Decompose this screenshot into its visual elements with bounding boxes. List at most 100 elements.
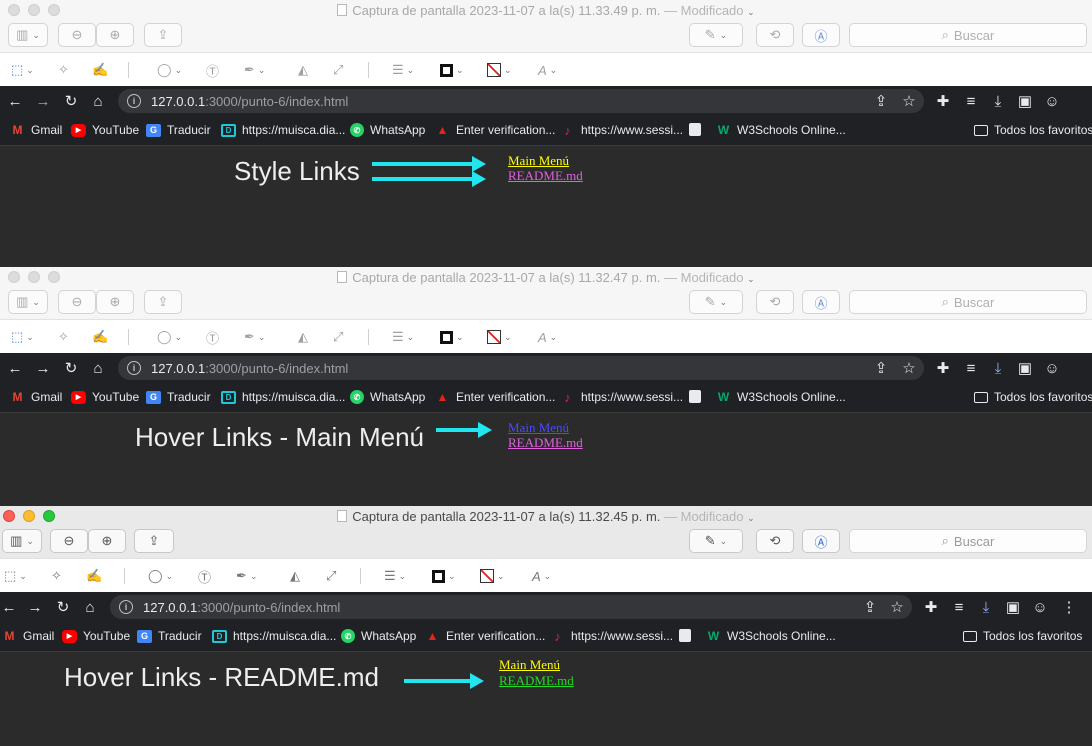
instant-alpha-icon[interactable]: ✧	[58, 328, 69, 346]
modified-label[interactable]: — Modificado	[664, 3, 743, 18]
fill-color-tool[interactable]: ⌄	[487, 328, 512, 346]
text-tool-icon[interactable]: Ⓣ	[198, 567, 211, 585]
bookmark-whatsapp[interactable]: ✆ WhatsApp	[350, 390, 425, 404]
extensions-icon[interactable]: ✚	[922, 598, 940, 616]
share-page-icon[interactable]: ⇪	[872, 92, 890, 110]
profile-avatar[interactable]: ☺	[1043, 359, 1061, 377]
fill-color-tool[interactable]: ⌄	[480, 567, 505, 585]
bookmark-muisca[interactable]: Dhttps://muisca.dia...	[221, 123, 345, 137]
rotate-button[interactable]: ⟲	[756, 290, 794, 314]
search-field[interactable]: ⌕ Buscar	[849, 290, 1087, 314]
download-icon[interactable]: ⤓	[977, 598, 995, 616]
forward-icon[interactable]: →	[26, 598, 44, 616]
forward-icon[interactable]: →	[34, 359, 52, 377]
home-icon[interactable]: ⌂	[89, 359, 107, 377]
adjust-size-icon[interactable]: ⤢	[333, 61, 343, 79]
bookmark-gmail[interactable]: M Gmail	[10, 123, 63, 137]
reload-icon[interactable]: ↻	[54, 598, 72, 616]
extensions-icon[interactable]: ✚	[934, 92, 952, 110]
adjust-color-icon[interactable]: ◭	[298, 328, 308, 346]
site-info-icon[interactable]: i	[127, 94, 141, 108]
bookmark-translate[interactable]: G Traducir	[137, 629, 202, 643]
bookmark-w3schools[interactable]: W W3Schools Online...	[706, 629, 836, 643]
bookmark-doc[interactable]	[689, 390, 707, 403]
sidebar-toggle-button[interactable]: ▥ ⌄	[8, 290, 48, 314]
bookmark-star-icon[interactable]: ☆	[900, 92, 918, 110]
sketch-icon[interactable]: ✍	[86, 567, 102, 585]
bookmark-verification[interactable]: ▲ Enter verification...	[435, 390, 556, 404]
profile-avatar[interactable]: ☺	[1043, 92, 1061, 110]
border-color-tool[interactable]: ⌄	[440, 61, 464, 79]
readme-link[interactable]: README.md	[508, 168, 583, 184]
bookmark-doc[interactable]	[689, 123, 707, 136]
text-style-tool[interactable]: A ⌄	[538, 61, 557, 79]
extensions-icon[interactable]: ✚	[934, 359, 952, 377]
side-panel-icon[interactable]: ▣	[1016, 92, 1034, 110]
site-info-icon[interactable]: i	[119, 600, 133, 614]
fill-color-tool[interactable]: ⌄	[487, 61, 512, 79]
zoom-in-button[interactable]: ⊕	[96, 23, 134, 47]
readme-link[interactable]: README.md	[508, 435, 583, 451]
rotate-button[interactable]: ⟲	[756, 529, 794, 553]
reload-icon[interactable]: ↻	[62, 92, 80, 110]
reload-icon[interactable]: ↻	[62, 359, 80, 377]
readme-link[interactable]: README.md	[499, 673, 574, 689]
side-panel-icon[interactable]: ▣	[1004, 598, 1022, 616]
bookmark-verification[interactable]: ▲ Enter verification...	[435, 123, 556, 137]
shapes-tool[interactable]: ◯ ⌄	[157, 61, 182, 79]
back-icon[interactable]: ←	[6, 92, 24, 110]
modified-label[interactable]: — Modificado	[664, 509, 743, 524]
zoom-out-button[interactable]: ⊖	[58, 290, 96, 314]
more-menu-icon[interactable]: ⋮	[1060, 598, 1078, 616]
selection-tool[interactable]: ⬚ ⌄	[4, 567, 27, 585]
address-bar[interactable]: i 127.0.0.1:3000/punto-6/index.html	[118, 356, 924, 380]
bookmark-whatsapp[interactable]: ✆ WhatsApp	[341, 629, 416, 643]
modified-label[interactable]: — Modificado	[664, 270, 743, 285]
sign-tool[interactable]: ✒ ⌄	[244, 61, 265, 79]
line-style-tool[interactable]: ☰ ⌄	[384, 567, 406, 585]
bookmark-youtube[interactable]: ▶ YouTube	[62, 629, 130, 643]
address-bar[interactable]: i 127.0.0.1:3000/punto-6/index.html	[118, 89, 924, 113]
share-button[interactable]: ⇪	[144, 290, 182, 314]
bookmark-session[interactable]: ♪ https://www.sessi...	[560, 123, 683, 138]
zoom-out-button[interactable]: ⊖	[58, 23, 96, 47]
text-style-tool[interactable]: A ⌄	[532, 567, 551, 585]
sign-tool[interactable]: ✒ ⌄	[236, 567, 257, 585]
markup-highlight-button[interactable]: ✎ ⌄	[689, 290, 743, 314]
adjust-size-icon[interactable]: ⤢	[326, 567, 336, 585]
share-button[interactable]: ⇪	[134, 529, 174, 553]
address-bar[interactable]: i 127.0.0.1:3000/punto-6/index.html	[110, 595, 912, 619]
text-style-tool[interactable]: A ⌄	[538, 328, 557, 346]
border-color-tool[interactable]: ⌄	[440, 328, 464, 346]
bookmark-translate[interactable]: G Traducir	[146, 390, 211, 404]
zoom-in-button[interactable]: ⊕	[88, 529, 126, 553]
sketch-icon[interactable]: ✍	[92, 328, 108, 346]
forward-icon[interactable]: →	[34, 92, 52, 110]
instant-alpha-icon[interactable]: ✧	[58, 61, 69, 79]
zoom-in-button[interactable]: ⊕	[96, 290, 134, 314]
bookmark-muisca[interactable]: Dhttps://muisca.dia...	[221, 390, 345, 404]
search-field[interactable]: ⌕ Buscar	[849, 529, 1087, 553]
markup-toolbar-button[interactable]: Ⓐ	[802, 23, 840, 47]
reading-list-icon[interactable]: ≡	[950, 598, 968, 616]
bookmark-youtube[interactable]: ▶ YouTube	[71, 123, 139, 137]
all-bookmarks[interactable]: Todos los favoritos	[974, 123, 1092, 137]
back-icon[interactable]: ←	[6, 359, 24, 377]
adjust-color-icon[interactable]: ◭	[290, 567, 300, 585]
zoom-out-button[interactable]: ⊖	[50, 529, 88, 553]
selection-tool[interactable]: ⬚ ⌄	[11, 61, 34, 79]
back-icon[interactable]: ←	[0, 598, 18, 616]
markup-highlight-button[interactable]: ✎ ⌄	[689, 23, 743, 47]
home-icon[interactable]: ⌂	[81, 598, 99, 616]
adjust-color-icon[interactable]: ◭	[298, 61, 308, 79]
download-icon[interactable]: ⤓	[989, 92, 1007, 110]
share-button[interactable]: ⇪	[144, 23, 182, 47]
main-menu-link[interactable]: Main Menú	[508, 420, 569, 436]
side-panel-icon[interactable]: ▣	[1016, 359, 1034, 377]
profile-avatar[interactable]: ☺	[1031, 598, 1049, 616]
markup-toolbar-button[interactable]: Ⓐ	[802, 529, 840, 553]
bookmark-gmail[interactable]: M Gmail	[10, 390, 63, 404]
bookmark-star-icon[interactable]: ☆	[888, 598, 906, 616]
text-tool-icon[interactable]: Ⓣ	[206, 328, 219, 346]
home-icon[interactable]: ⌂	[89, 92, 107, 110]
